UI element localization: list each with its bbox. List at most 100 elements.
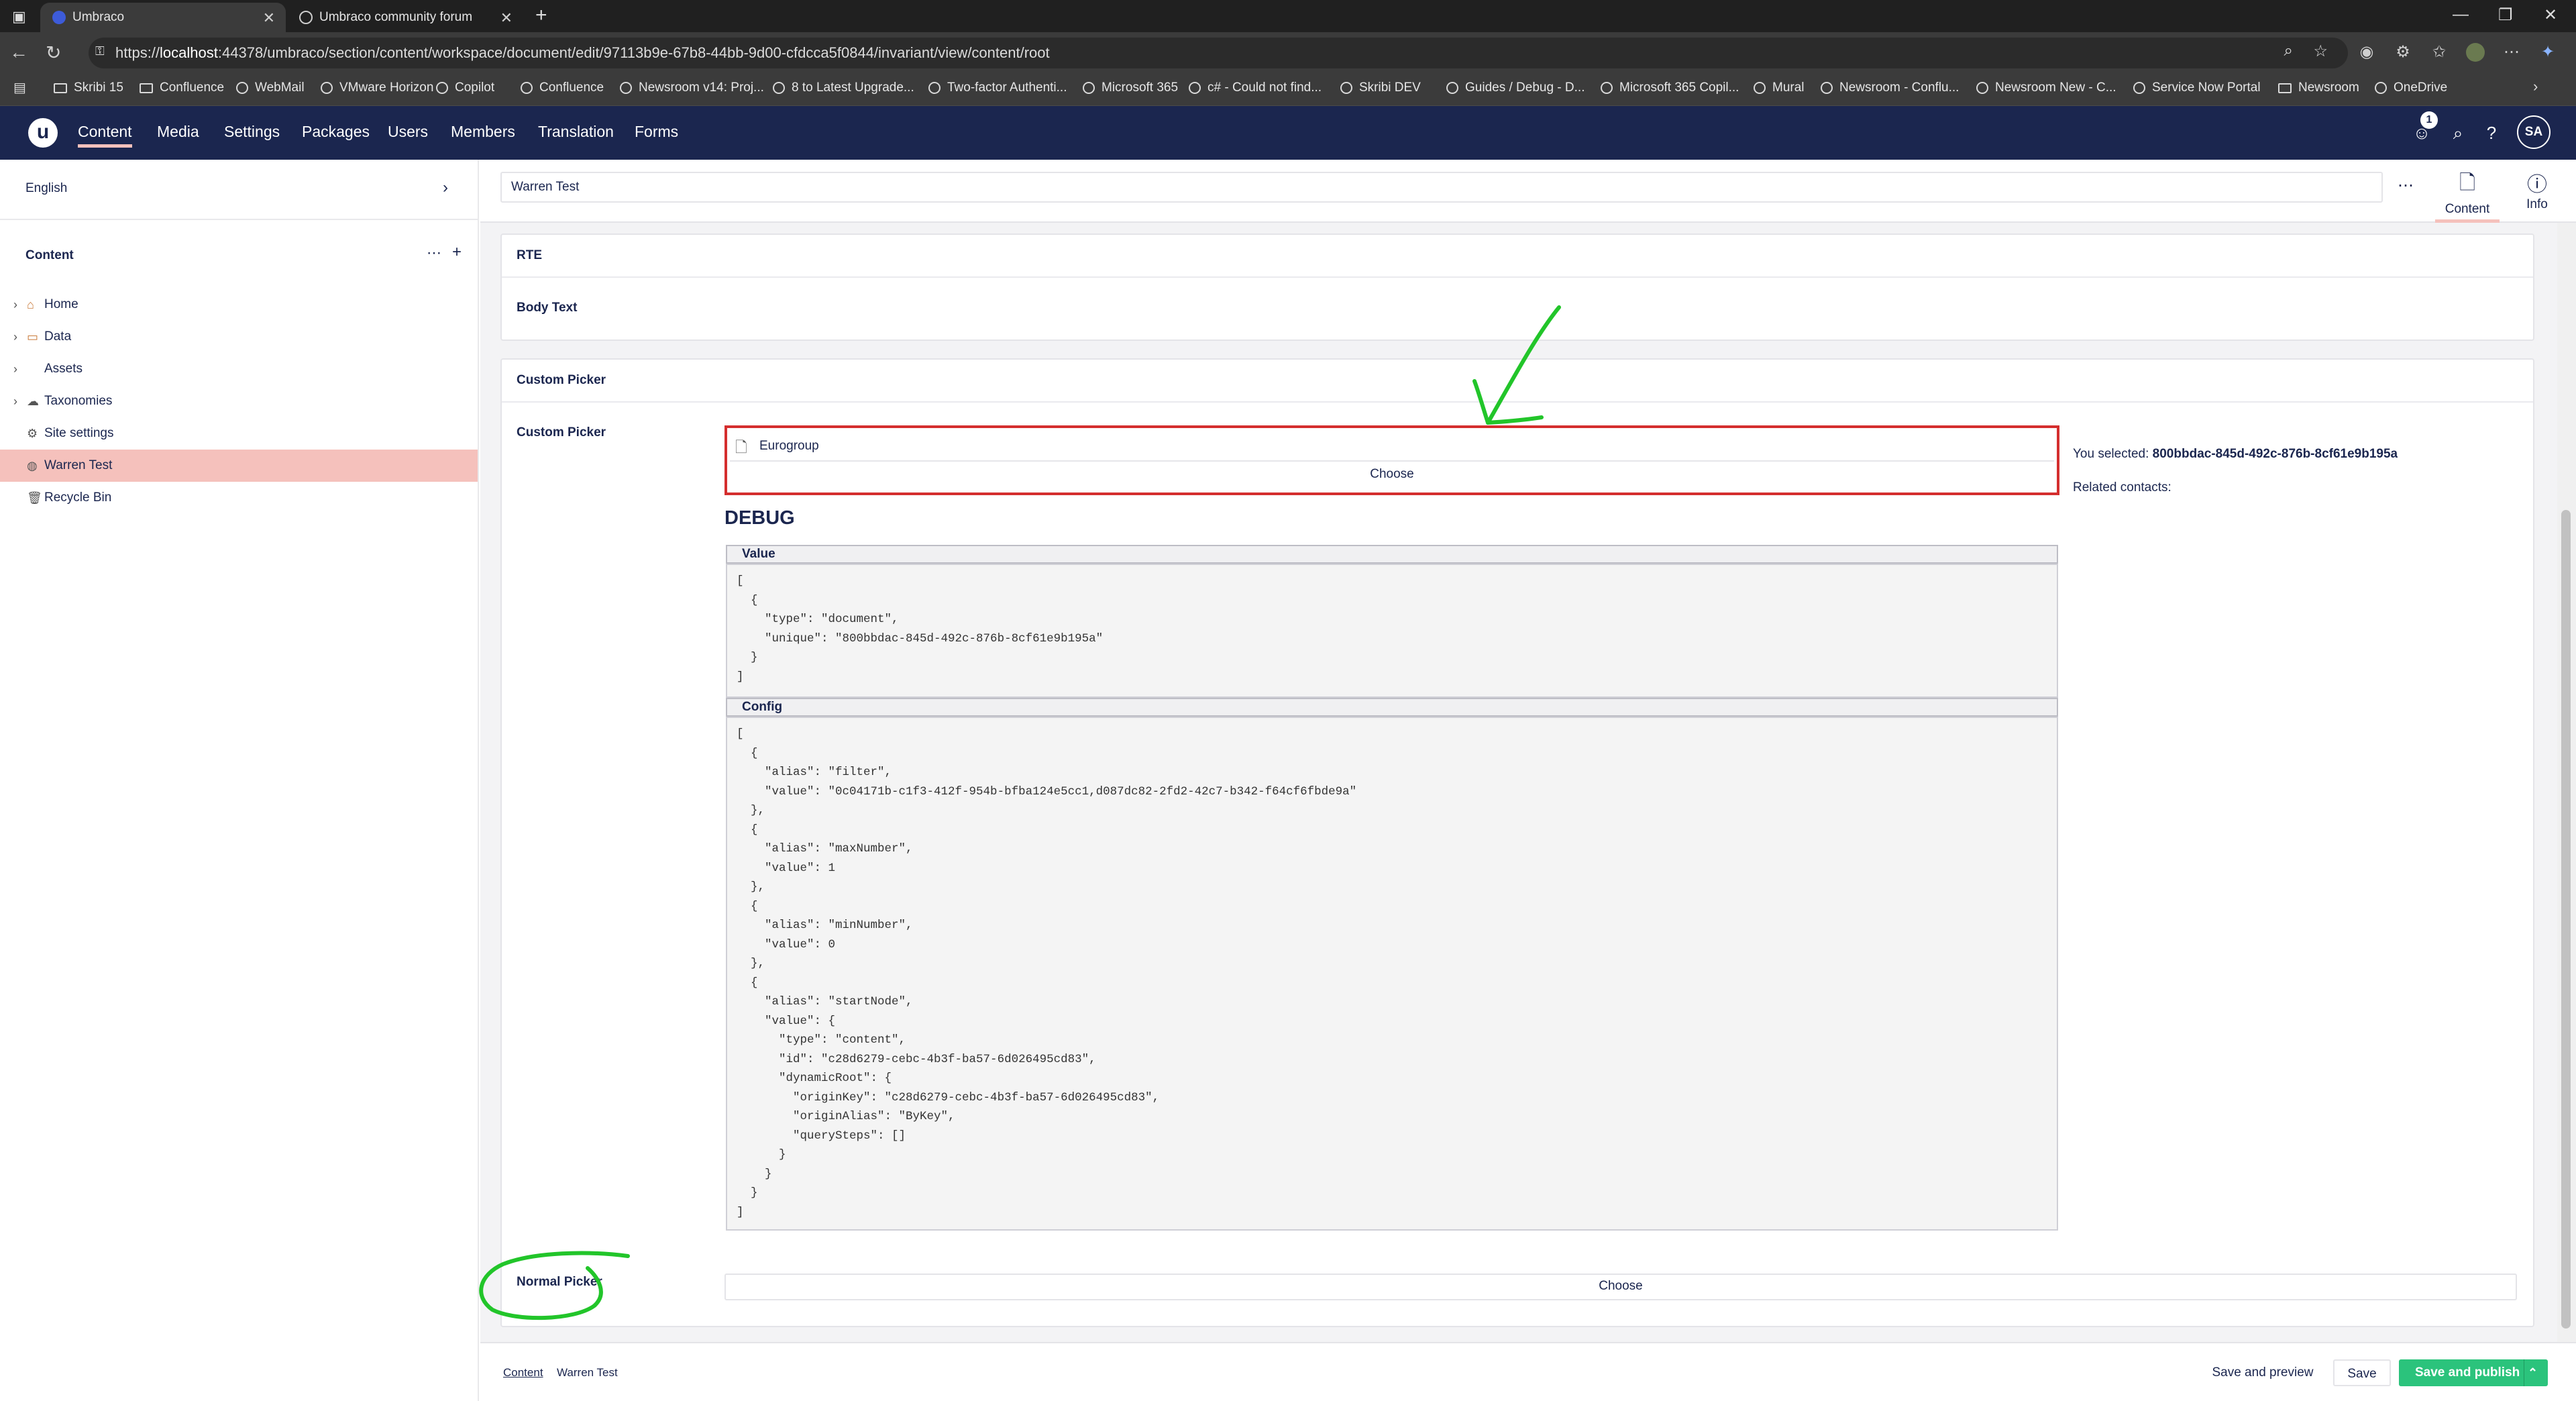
bookmark-item[interactable]: Newsroom New - C... — [1976, 78, 2116, 98]
bookmark-item[interactable]: Skribi 15 — [54, 78, 123, 98]
tab-info[interactable]: ⓘ Info — [2505, 165, 2569, 223]
new-tab-icon[interactable]: + — [535, 4, 547, 27]
bookmark-item[interactable]: Copilot — [436, 78, 494, 98]
tab-actions-icon[interactable]: ▣ — [12, 8, 26, 25]
back-icon[interactable]: ← — [9, 42, 28, 63]
restore-icon[interactable]: ❐ — [2498, 5, 2513, 25]
forum-favicon-icon — [299, 11, 313, 24]
globe-icon — [1976, 82, 1988, 94]
selected-info: You selected: 800bbdac-845d-492c-876b-8c… — [2073, 447, 2398, 462]
bookmark-item[interactable]: VMware Horizon — [321, 78, 433, 98]
custom-choose-button[interactable]: Choose — [730, 467, 2054, 482]
save-and-publish-button[interactable]: Save and publish ⌃ — [2399, 1359, 2548, 1386]
tab-content[interactable]: 🗋 Content — [2435, 165, 2500, 223]
favorite-star-icon[interactable]: ☆ — [2313, 42, 2328, 61]
section-content[interactable]: Content — [78, 121, 132, 148]
tab-content-label: Content — [2445, 202, 2490, 216]
tree-item-data[interactable]: › ▭ Data — [0, 321, 478, 353]
tree-item-site-settings[interactable]: ⚙ Site settings — [0, 417, 478, 450]
tree-actions-icon[interactable]: ⋯ — [427, 244, 441, 262]
umbraco-logo[interactable]: u — [28, 118, 58, 148]
chevron-up-icon[interactable]: ⌃ — [2524, 1359, 2541, 1386]
extensions-icon[interactable]: ⚙ — [2394, 43, 2412, 62]
document-name-input[interactable]: Warren Test — [500, 172, 2383, 203]
close-tab-icon[interactable]: ✕ — [263, 9, 275, 27]
green-arrow-annotation — [1472, 305, 1561, 425]
search-icon[interactable]: ⌕ — [2446, 121, 2470, 145]
normal-choose-button[interactable]: Choose — [724, 1279, 2517, 1294]
tree-item-recycle-bin[interactable]: 🗑 Recycle Bin — [0, 482, 478, 514]
tab-title: Umbraco community forum — [319, 10, 473, 24]
close-window-icon[interactable]: ✕ — [2544, 5, 2557, 25]
info-icon: ⓘ — [2527, 174, 2547, 196]
tree-item-home[interactable]: › ⌂ Home — [0, 289, 478, 321]
document-actions-icon[interactable]: ⋯ — [2398, 176, 2414, 195]
section-forms[interactable]: Forms — [635, 121, 678, 148]
bookmark-label: Skribi 15 — [74, 81, 123, 95]
favorites-icon[interactable]: ✩ — [2430, 43, 2449, 62]
copilot-icon[interactable]: ✦ — [2538, 43, 2557, 62]
minimize-icon[interactable]: — — [2453, 5, 2469, 24]
section-media[interactable]: Media — [157, 121, 199, 148]
browser-tab-forum[interactable]: Umbraco community forum ✕ — [287, 3, 523, 32]
bookmark-item[interactable]: Mural — [1754, 78, 1805, 98]
breadcrumb-root[interactable]: Content — [503, 1366, 543, 1380]
bookmark-item[interactable]: Service Now Portal — [2133, 78, 2261, 98]
tab-info-label: Info — [2526, 197, 2548, 211]
home-icon: ⌂ — [27, 297, 34, 311]
save-button[interactable]: Save — [2333, 1359, 2391, 1386]
chevron-right-icon[interactable]: › — [13, 298, 17, 312]
bookmark-item[interactable]: WebMail — [236, 78, 305, 98]
bookmark-item[interactable]: c# - Could not find... — [1189, 78, 1322, 98]
browser-essentials-icon[interactable]: ◉ — [2357, 43, 2376, 62]
section-translation[interactable]: Translation — [538, 121, 614, 148]
create-icon[interactable]: + — [452, 243, 462, 262]
bookmark-item[interactable]: Newsroom — [2278, 78, 2359, 98]
profile-icon[interactable] — [2466, 43, 2485, 62]
close-tab-icon[interactable]: ✕ — [500, 9, 513, 27]
body-text-label: Body Text — [517, 301, 578, 315]
avatar[interactable]: SA — [2517, 115, 2551, 149]
browser-tab-umbraco[interactable]: Umbraco ✕ — [40, 3, 286, 32]
bookmark-label: Confluence — [539, 81, 604, 95]
chevron-right-icon[interactable]: › — [13, 362, 17, 376]
section-packages[interactable]: Packages — [302, 121, 370, 148]
section-members[interactable]: Members — [451, 121, 515, 148]
tree-item-label: Taxonomies — [44, 394, 113, 408]
tree-item-warren-test[interactable]: ◍ Warren Test — [0, 450, 478, 482]
globe-icon — [1754, 82, 1766, 94]
language-selector[interactable]: English › — [0, 160, 478, 220]
section-settings[interactable]: Settings — [224, 121, 280, 148]
divider — [502, 276, 2533, 278]
bookmark-item[interactable]: Microsoft 365 Copil... — [1601, 78, 1739, 98]
chevron-right-icon[interactable]: › — [13, 330, 17, 344]
globe-icon: ◍ — [27, 458, 38, 472]
bookmark-item[interactable]: Newsroom - Conflu... — [1821, 78, 1959, 98]
tree-item-taxonomies[interactable]: › ☁ Taxonomies — [0, 385, 478, 417]
bookmark-item[interactable]: Confluence — [521, 78, 604, 98]
scrollbar-thumb[interactable] — [2561, 510, 2571, 1329]
bookmark-item[interactable]: Newsroom v14: Proj... — [620, 78, 764, 98]
bookmarks-menu-icon[interactable]: ▤ — [13, 79, 26, 96]
reload-icon[interactable]: ↻ — [46, 42, 61, 64]
save-and-preview-button[interactable]: Save and preview — [2199, 1359, 2326, 1386]
chevron-right-icon[interactable]: › — [13, 395, 17, 409]
language-label: English — [25, 181, 68, 195]
tree-item-assets[interactable]: › Assets — [0, 353, 478, 385]
zoom-icon[interactable]: ⌕ — [2284, 42, 2293, 60]
bookmark-item[interactable]: 8 to Latest Upgrade... — [773, 78, 914, 98]
site-info-icon[interactable]: ⚿ — [95, 44, 105, 58]
bookmark-item[interactable]: Guides / Debug - D... — [1446, 78, 1585, 98]
section-users[interactable]: Users — [388, 121, 428, 148]
bookmark-item[interactable]: Microsoft 365 — [1083, 78, 1178, 98]
picked-item-eurogroup[interactable]: 🗋 Eurogroup — [730, 431, 2054, 462]
custom-picker-group-title: Custom Picker — [517, 373, 606, 387]
help-icon[interactable]: ? — [2479, 121, 2504, 145]
bookmark-item[interactable]: OneDrive — [2375, 78, 2447, 98]
more-menu-icon[interactable]: ⋯ — [2502, 43, 2521, 62]
address-bar[interactable]: ⚿ https://localhost:44378/umbraco/sectio… — [89, 38, 2348, 68]
more-bookmarks-icon[interactable]: › — [2533, 78, 2538, 95]
bookmark-item[interactable]: Skribi DEV — [1340, 78, 1421, 98]
bookmark-item[interactable]: Two-factor Authenti... — [928, 78, 1067, 98]
bookmark-item[interactable]: Confluence — [140, 78, 224, 98]
